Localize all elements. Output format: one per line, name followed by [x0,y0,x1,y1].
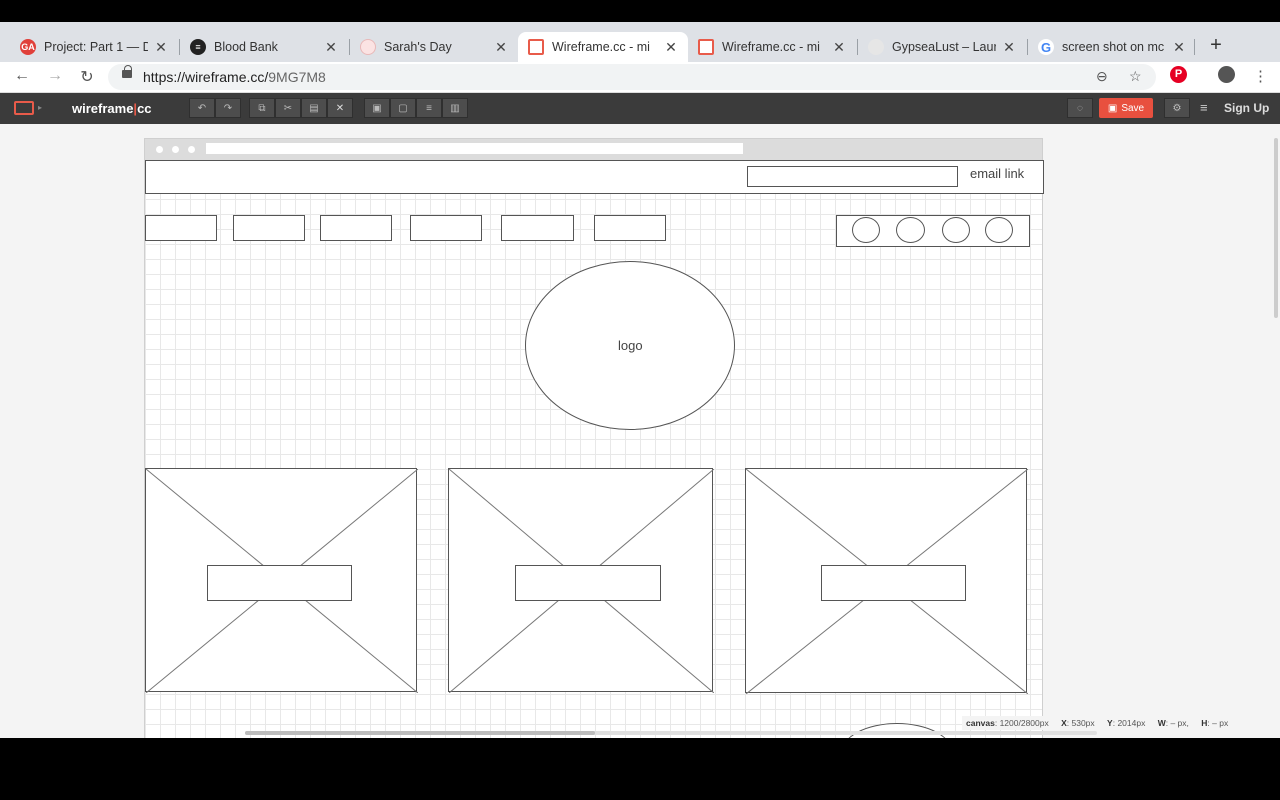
forward-icon[interactable]: → [45,67,65,85]
social-circle[interactable] [985,217,1013,243]
menu-icon[interactable]: ⋮ [1253,67,1268,85]
tab-title: Project: Part 1 — D [44,40,148,54]
tab-project[interactable]: GA Project: Part 1 — D ✕ [10,32,178,62]
tab-title: Sarah's Day [384,40,452,54]
window-dot [156,146,163,153]
star-icon[interactable]: ☆ [1129,68,1142,85]
profile-icon[interactable] [1218,66,1235,83]
caption-box[interactable] [515,565,661,601]
edit-group: ⧉ ✂ ▤ ✕ [249,98,353,118]
social-circle[interactable] [852,217,880,243]
mock-url-field [206,143,743,154]
vertical-scrollbar[interactable] [1274,138,1278,318]
nav-box[interactable] [233,215,305,241]
comment-group: ◌ [1067,98,1093,118]
paste-icon[interactable]: ▤ [301,98,327,118]
nav-box[interactable] [145,215,217,241]
nav-box[interactable] [320,215,392,241]
email-link-label[interactable]: email link [970,166,1024,181]
tab-title: screen shot on mc [1062,40,1165,54]
app-toolbar: ▸ wireframe|cc ↶ ↷ ⧉ ✂ ▤ ✕ ▣ ▢ ≡ ▥ ◌ ▣ Sa… [0,93,1280,124]
close-icon[interactable]: ✕ [154,39,168,56]
social-circle[interactable] [896,217,925,243]
tab-blood-bank[interactable]: ≡ Blood Bank ✕ [180,32,348,62]
layers-icon[interactable]: ▥ [442,98,468,118]
nav-box[interactable] [594,215,666,241]
status-bar: canvas: 1200/2800px X: 530px Y: 2014px W… [962,716,1243,730]
group-icon[interactable]: ▢ [390,98,416,118]
zoom-icon[interactable]: ⊖ [1096,68,1108,85]
url-text[interactable]: https://wireframe.cc/9MG7M8 [143,69,326,85]
close-icon[interactable]: ✕ [324,39,338,56]
align-icon[interactable]: ≡ [416,98,442,118]
blank-icon [868,39,884,55]
caret-icon[interactable]: ▸ [38,103,42,112]
social-circle[interactable] [942,217,970,243]
horizontal-scrollbar[interactable] [245,731,1097,735]
tab-wireframe-active[interactable]: Wireframe.cc - mi ✕ [518,32,688,62]
ga-icon: GA [20,39,36,55]
circle-icon [360,39,376,55]
arrange-group: ▣ ▢ ≡ ▥ [364,98,468,118]
spotify-icon: ≡ [190,39,206,55]
save-label: Save [1121,102,1145,114]
hamburger-icon[interactable]: ≡ [1200,100,1208,115]
image-placeholder[interactable] [448,468,714,693]
comment-icon[interactable]: ◌ [1067,98,1093,118]
device-icon[interactable] [14,101,34,115]
close-icon[interactable]: ✕ [664,39,678,56]
tab-title: GypseaLust – Laur [892,40,996,54]
mock-browser-bar [145,139,1042,160]
tab-title: Wireframe.cc - mi [552,40,650,54]
tab-google[interactable]: G screen shot on mc ✕ [1028,32,1196,62]
wireframe-icon [528,39,544,55]
scrollbar-thumb[interactable] [245,731,595,735]
tab-strip: GA Project: Part 1 — D ✕ ≡ Blood Bank ✕ … [0,22,1280,62]
tab-gypsealust[interactable]: GypseaLust – Laur ✕ [858,32,1026,62]
tab-title: Blood Bank [214,40,278,54]
settings-group: ⚙ [1164,98,1190,118]
brand-logo: wireframe|cc [72,101,152,116]
back-icon[interactable]: ← [12,67,32,85]
browser-window: GA Project: Part 1 — D ✕ ≡ Blood Bank ✕ … [0,22,1280,738]
canvas-area[interactable]: email link logo canvas: 1200/2800px X: 5… [0,124,1280,738]
address-bar[interactable]: https://wireframe.cc/9MG7M8 ⊖ ☆ [108,64,1156,90]
reload-icon[interactable]: ↻ [77,67,97,87]
address-toolbar: ← → ↻ https://wireframe.cc/9MG7M8 ⊖ ☆ P … [0,62,1280,93]
history-group: ↶ ↷ [189,98,241,118]
pinterest-icon[interactable]: P [1170,66,1187,83]
image-placeholder[interactable] [145,468,418,693]
email-input-box[interactable] [747,166,958,187]
close-icon[interactable]: ✕ [1002,39,1016,56]
tab-wireframe-2[interactable]: Wireframe.cc - mi ✕ [688,32,856,62]
logo-label: logo [618,338,643,353]
nav-box[interactable] [501,215,574,241]
cut-icon[interactable]: ✂ [275,98,301,118]
copy-icon[interactable]: ⧉ [249,98,275,118]
wireframe-page[interactable]: email link logo [144,138,1044,738]
lock-icon[interactable]: ▣ [364,98,390,118]
new-tab-icon[interactable]: + [1205,34,1227,57]
settings-icon[interactable]: ⚙ [1164,98,1190,118]
save-icon: ▣ [1107,102,1118,114]
save-button[interactable]: ▣ Save [1099,98,1153,118]
redo-icon[interactable]: ↷ [215,98,241,118]
window-dot [172,146,179,153]
lock-icon [122,65,132,78]
caption-box[interactable] [821,565,966,601]
wireframe-icon [698,39,714,55]
caption-box[interactable] [207,565,352,601]
window-dot [188,146,195,153]
tab-title: Wireframe.cc - mi [722,40,820,54]
tab-sarahs-day[interactable]: Sarah's Day ✕ [350,32,518,62]
google-icon: G [1038,39,1054,55]
close-icon[interactable]: ✕ [1172,39,1186,56]
undo-icon[interactable]: ↶ [189,98,215,118]
signup-link[interactable]: Sign Up [1224,101,1269,115]
nav-box[interactable] [410,215,482,241]
delete-icon[interactable]: ✕ [327,98,353,118]
close-icon[interactable]: ✕ [494,39,508,56]
image-placeholder[interactable] [745,468,1028,694]
close-icon[interactable]: ✕ [832,39,846,56]
